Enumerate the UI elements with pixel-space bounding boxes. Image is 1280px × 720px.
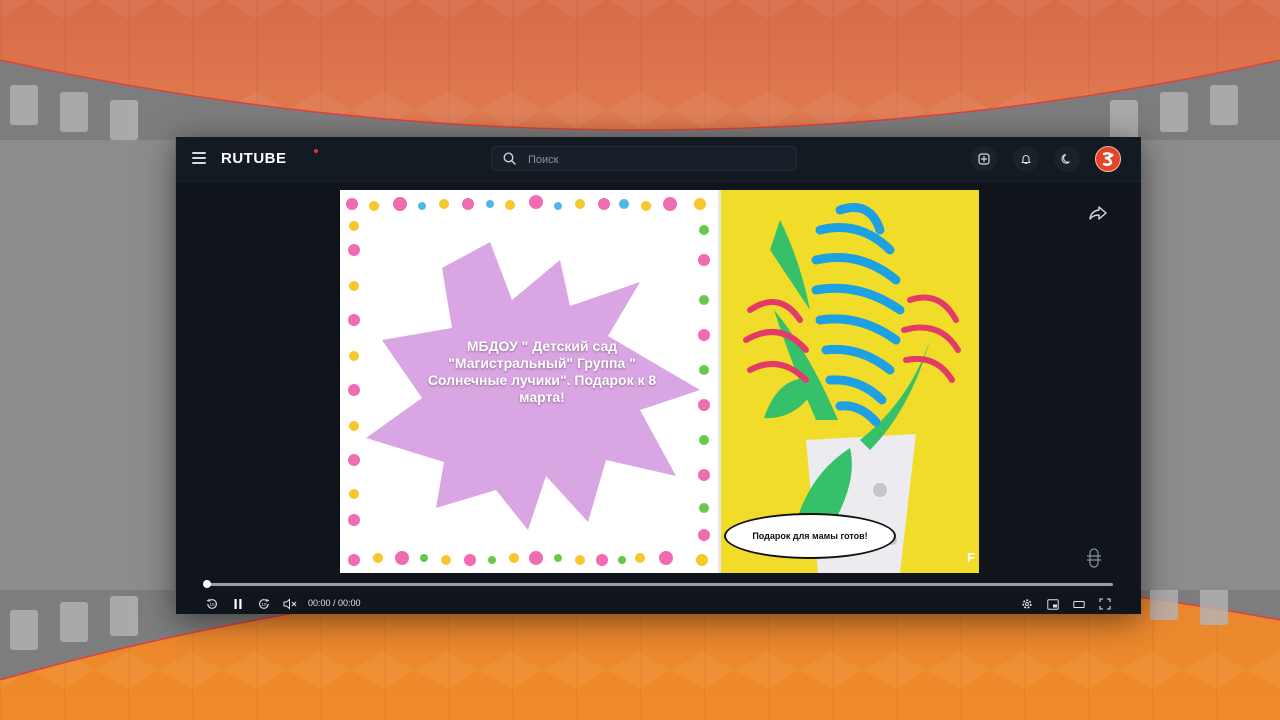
time-display: 00:00 / 00:00: [308, 598, 361, 608]
progress-knob[interactable]: [203, 580, 211, 588]
svg-text:10: 10: [209, 602, 215, 607]
split-divider: [718, 190, 721, 573]
share-button[interactable]: [1088, 205, 1108, 226]
forward-icon: 10: [259, 598, 270, 609]
pause-icon: [234, 599, 242, 609]
search-box[interactable]: [491, 146, 797, 171]
logo-dot: [314, 149, 318, 153]
title-card: МБДОУ " Детский сад "Магистральный" Груп…: [340, 190, 719, 573]
video-corner-text: F: [967, 550, 975, 565]
rutube-window: RUTUBE Поиск МБДОУ " Детский сад "Магист…: [176, 137, 1141, 614]
video-player[interactable]: МБДОУ " Детский сад "Магистральный" Груп…: [340, 190, 979, 573]
rewind-10-button[interactable]: 10: [205, 597, 219, 611]
mute-button[interactable]: [282, 597, 298, 611]
progress-bar[interactable]: [206, 583, 1113, 586]
bell-icon: [1021, 155, 1031, 165]
avatar-mascot-icon: [1097, 148, 1119, 170]
pause-button[interactable]: [231, 597, 245, 611]
menu-icon[interactable]: [192, 152, 206, 164]
svg-text:10: 10: [261, 602, 267, 607]
fullscreen-icon: [1099, 598, 1111, 610]
moon-icon: [1061, 154, 1070, 164]
top-bar: RUTUBE: [176, 137, 1141, 182]
avatar[interactable]: [1095, 146, 1121, 172]
share-arrow-icon: [1089, 206, 1107, 220]
upload-button[interactable]: [971, 146, 997, 172]
gear-icon: [1022, 599, 1032, 609]
theater-mode-button[interactable]: [1072, 597, 1086, 611]
rutube-logo[interactable]: RUTUBE: [221, 150, 287, 167]
volume-muted-icon: [283, 598, 297, 610]
rewind-icon: 10: [206, 598, 217, 609]
speech-bubble: Подарок для мамы готов!: [724, 513, 896, 559]
drag-handle-icon[interactable]: [1086, 547, 1102, 574]
search-icon[interactable]: [503, 152, 516, 165]
theme-toggle-button[interactable]: [1054, 146, 1080, 172]
picture-in-picture-icon: [1047, 598, 1059, 610]
search-input[interactable]: [526, 149, 790, 170]
miniplayer-button[interactable]: [1046, 597, 1060, 611]
fullscreen-button[interactable]: [1098, 597, 1112, 611]
notifications-button[interactable]: [1013, 146, 1039, 172]
settings-button[interactable]: [1020, 597, 1034, 611]
forward-10-button[interactable]: 10: [257, 597, 271, 611]
title-card-text: МБДОУ " Детский сад "Магистральный" Груп…: [427, 338, 657, 405]
theater-mode-icon: [1073, 600, 1085, 608]
add-video-icon: [978, 153, 990, 165]
speech-bubble-text: Подарок для мамы готов!: [752, 531, 868, 541]
